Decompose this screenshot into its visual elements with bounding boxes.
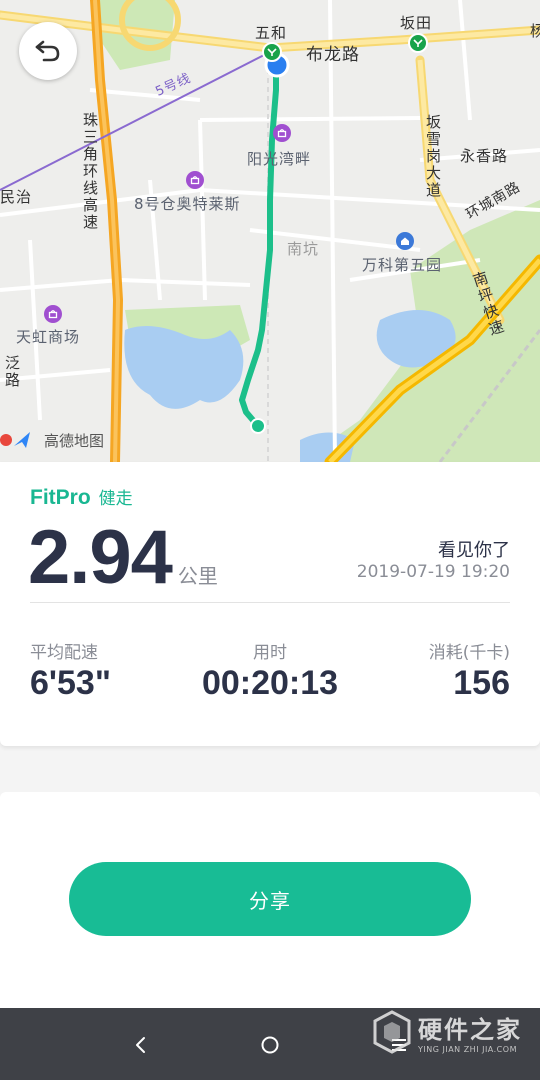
map-label-bulong-road: 布龙路 [306, 45, 360, 65]
watermark-subtext: YING JIAN ZHI JIA.COM [418, 1045, 517, 1054]
calories-value: 156 [453, 664, 510, 702]
metro-station-icon[interactable] [262, 42, 282, 62]
user-caption: 看见你了 [438, 540, 510, 561]
home-circle-icon [261, 1036, 279, 1054]
share-panel: 分享 [0, 792, 540, 1008]
map-label-bantian-avenue: 坂雪岗大道 [424, 114, 442, 199]
map-label-yangguang-wanpan: 阳光湾畔 [247, 150, 312, 168]
watermark-text: 硬件之家 [418, 1016, 522, 1044]
map-base [0, 0, 540, 462]
brand-header: FitPro 健走 [30, 484, 133, 510]
watermark: 硬件之家 YING JIAN ZHI JIA.COM [372, 1010, 522, 1054]
map-label-yongxiang-road: 永香路 [460, 147, 509, 165]
nav-home-button[interactable] [255, 1030, 285, 1060]
amap-attribution: 高德地图 [0, 428, 104, 452]
map-label-minzhi: 民治 [0, 188, 33, 206]
residential-poi-icon[interactable] [396, 232, 414, 250]
workout-datetime: 2019-07-19 19:20 [356, 562, 510, 582]
metro-station-icon[interactable] [408, 33, 428, 53]
back-button[interactable] [19, 22, 77, 80]
brand-logo: FitPro [30, 486, 91, 509]
distance-display: 2.94 公里 [28, 514, 218, 601]
amap-provider-label: 高德地图 [44, 431, 105, 450]
shopping-poi-icon[interactable] [186, 171, 204, 189]
back-arrow-icon [35, 40, 60, 62]
workout-summary-card: FitPro 健走 2.94 公里 看见你了 2019-07-19 19:20 … [0, 462, 540, 746]
map-label-nankeng: 南坑 [287, 240, 320, 258]
map-label-tianhong: 天虹商场 [16, 328, 81, 346]
divider [30, 602, 510, 603]
map-label-outlets: 8号仓奥特莱斯 [134, 195, 241, 213]
map-label-corner-road: 泛路 [3, 355, 21, 389]
map-label-corner-right: 杨 [530, 22, 540, 40]
route-map[interactable]: 五和 坂田 布龙路 5号线 珠三角环线高速 民治 阳光湾畔 8号仓奥特莱斯 南坑… [0, 0, 540, 462]
chevron-left-icon [136, 1037, 145, 1053]
distance-unit: 公里 [177, 564, 218, 588]
workout-mode: 健走 [98, 489, 133, 509]
map-label-vanke: 万科第五园 [362, 256, 443, 274]
shopping-poi-icon[interactable] [44, 305, 62, 323]
nav-back-button[interactable] [126, 1030, 156, 1060]
calories-label: 消耗(千卡) [428, 643, 510, 663]
shopping-poi-icon[interactable] [273, 124, 291, 142]
amap-logo-icon [0, 432, 30, 448]
watermark-logo-icon [373, 1010, 411, 1054]
distance-value: 2.94 [28, 515, 173, 600]
map-label-wuhe: 五和 [255, 24, 288, 42]
map-label-ring-expressway: 珠三角环线高速 [81, 112, 99, 231]
map-label-bantian: 坂田 [400, 14, 433, 32]
share-button[interactable]: 分享 [69, 862, 471, 936]
